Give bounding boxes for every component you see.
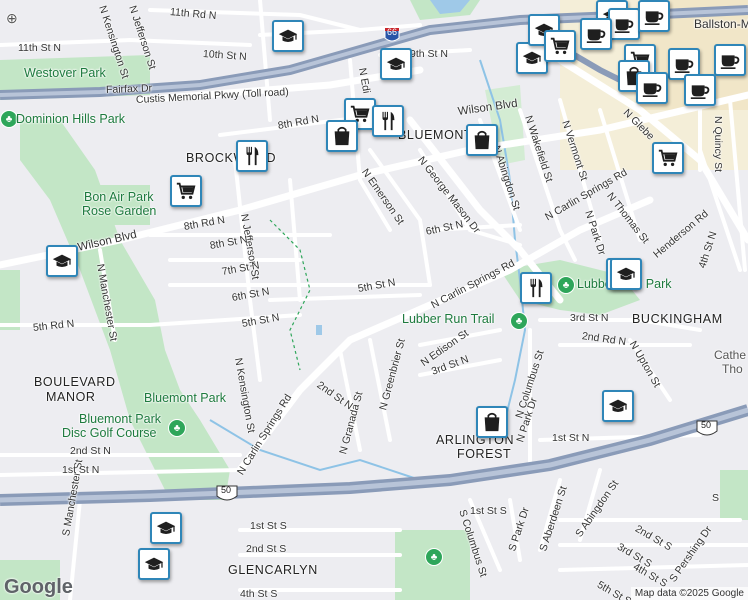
compass-icon: ⊕ bbox=[6, 10, 18, 26]
fork-knife-icon bbox=[241, 145, 263, 167]
shopping-bag-icon bbox=[471, 129, 493, 151]
road-label: 2nd St N bbox=[70, 445, 111, 457]
trail bbox=[269, 219, 311, 371]
neighborhood-label: BLUEMONT bbox=[398, 128, 473, 142]
graduation-cap-icon bbox=[385, 53, 407, 75]
pond bbox=[316, 325, 322, 335]
coffee-cup-icon bbox=[689, 79, 711, 101]
shopping-bag-icon bbox=[331, 125, 353, 147]
park-marker-icon: ♣ bbox=[168, 419, 186, 437]
road-label: 1st St S bbox=[470, 505, 507, 517]
shopping-pin[interactable] bbox=[170, 175, 202, 207]
restaurant-pin[interactable] bbox=[369, 102, 404, 137]
coffee-cup-icon bbox=[643, 5, 665, 27]
coffee-cup-icon bbox=[613, 13, 635, 35]
school-pin[interactable] bbox=[272, 20, 304, 52]
graduation-cap-icon bbox=[277, 25, 299, 47]
shopping-bag-icon bbox=[481, 411, 503, 433]
road-label: 9th St N bbox=[410, 48, 448, 60]
shop-pin[interactable] bbox=[473, 403, 508, 438]
park-label: Westover Park bbox=[24, 66, 106, 80]
coffee-cup-icon bbox=[585, 23, 607, 45]
park-marker-icon: ♣ bbox=[510, 312, 528, 330]
road-label: 1st St N bbox=[62, 464, 100, 476]
school-pin[interactable] bbox=[377, 45, 412, 80]
us-route-number: 50 bbox=[701, 420, 712, 430]
map-canvas[interactable]: 66 50 50 BROCKWOOD BLUEMONT BOULEVARD MA… bbox=[0, 0, 748, 600]
google-logo: Google bbox=[4, 576, 73, 598]
park-label: Rose Garden bbox=[82, 204, 157, 218]
park-area bbox=[0, 270, 20, 330]
trail-label: Lubber Run Trail bbox=[402, 312, 495, 326]
fork-knife-icon bbox=[525, 277, 547, 299]
interstate-number: 66 bbox=[387, 27, 398, 37]
park-marker-icon: ♣ bbox=[557, 276, 575, 294]
place-label: Cathe bbox=[714, 348, 747, 362]
school-pin[interactable] bbox=[602, 390, 634, 422]
place-label: Ballston-M bbox=[694, 17, 748, 31]
coffee-cup-icon bbox=[641, 77, 663, 99]
school-pin[interactable] bbox=[138, 548, 170, 580]
shopping-cart-icon bbox=[657, 147, 679, 169]
road-label: 1st St S bbox=[250, 520, 287, 532]
road-label: 3rd St N bbox=[570, 312, 609, 324]
shopping-pin[interactable] bbox=[652, 142, 684, 174]
road-label: 4th St S bbox=[240, 588, 278, 600]
cafe-pin[interactable] bbox=[711, 41, 746, 76]
park-label: Dominion Hills Park bbox=[16, 112, 126, 126]
park-label: Bon Air Park bbox=[84, 190, 154, 204]
graduation-cap-icon bbox=[615, 263, 637, 285]
park-label: Disc Golf Course bbox=[62, 426, 157, 440]
map-attribution: Map data ©2025 Google bbox=[630, 587, 748, 600]
park-area bbox=[720, 470, 748, 520]
graduation-cap-icon bbox=[51, 250, 73, 272]
school-pin[interactable] bbox=[150, 512, 182, 544]
restaurant-pin[interactable] bbox=[520, 272, 552, 304]
us-route-number: 50 bbox=[221, 485, 232, 495]
restaurant-pin[interactable] bbox=[233, 137, 268, 172]
park-label: Bluemont Park bbox=[144, 391, 226, 405]
park-marker-icon: ♣ bbox=[425, 548, 443, 566]
road-label: S bbox=[712, 492, 720, 504]
shopping-cart-icon bbox=[549, 35, 571, 57]
graduation-cap-icon bbox=[521, 47, 543, 69]
cafe-pin[interactable] bbox=[636, 72, 668, 104]
school-pin[interactable] bbox=[610, 258, 642, 290]
shopping-cart-icon bbox=[175, 180, 197, 202]
neighborhood-label: MANOR bbox=[46, 390, 96, 404]
neighborhood-label: BUCKINGHAM bbox=[632, 312, 723, 326]
road-label: 11th St N bbox=[18, 42, 61, 54]
graduation-cap-icon bbox=[607, 395, 629, 417]
cafe-pin[interactable] bbox=[684, 74, 716, 106]
cafe-pin[interactable] bbox=[635, 0, 670, 32]
shop-pin[interactable] bbox=[323, 117, 358, 152]
fork-knife-icon bbox=[377, 110, 399, 132]
place-label: Tho bbox=[722, 362, 743, 376]
neighborhood-label: GLENCARLYN bbox=[228, 563, 318, 577]
park-label: Bluemont Park bbox=[79, 412, 161, 426]
road-label: N Quincy St bbox=[712, 116, 724, 173]
shop-pin[interactable] bbox=[466, 124, 498, 156]
cafe-pin[interactable] bbox=[608, 8, 640, 40]
graduation-cap-icon bbox=[143, 553, 165, 575]
graduation-cap-icon bbox=[155, 517, 177, 539]
road-label: 1st St N bbox=[552, 432, 590, 444]
road-label: Fairfax Dr bbox=[105, 82, 153, 96]
school-pin[interactable] bbox=[46, 245, 78, 277]
road-label: 2nd St S bbox=[246, 543, 287, 555]
cafe-pin[interactable] bbox=[580, 18, 612, 50]
coffee-cup-icon bbox=[673, 53, 695, 75]
shopping-pin[interactable] bbox=[541, 27, 576, 62]
neighborhood-label: FOREST bbox=[457, 447, 512, 461]
coffee-cup-icon bbox=[719, 49, 741, 71]
neighborhood-label: BOULEVARD bbox=[34, 375, 116, 389]
